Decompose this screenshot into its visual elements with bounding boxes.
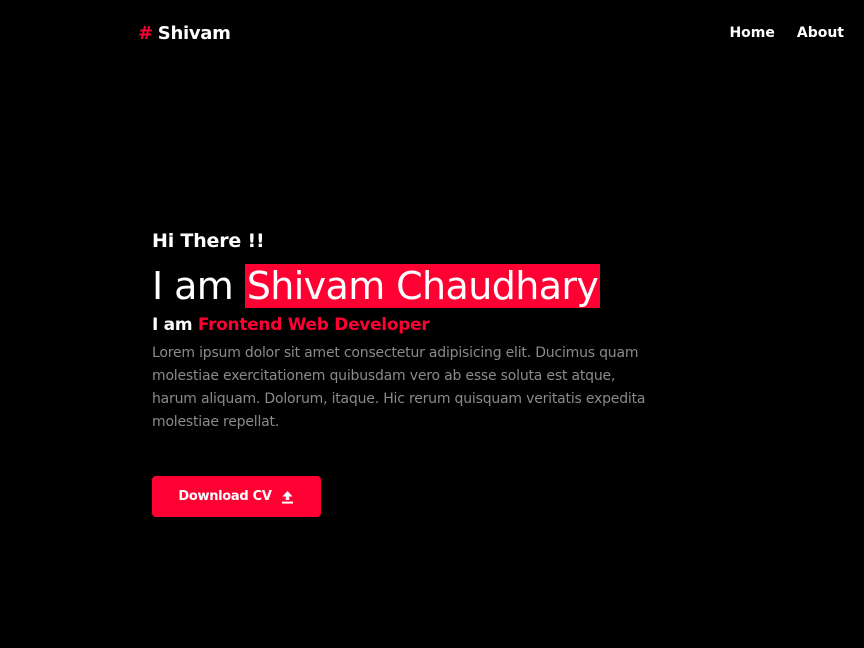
hero-description: Lorem ipsum dolor sit amet consectetur a… — [152, 345, 646, 430]
page: # Shivam Home About Hi There !! I am Shi… — [0, 0, 864, 648]
role-prefix: I am — [152, 315, 193, 335]
hero-title: I am Shivam Chaudhary — [152, 262, 652, 310]
nav-link-about[interactable]: About — [797, 24, 844, 42]
nav-link-home[interactable]: Home — [729, 24, 774, 42]
brand-name: Shivam — [157, 22, 231, 44]
role-line: I am Frontend Web Developer — [152, 314, 652, 336]
download-cv-label: Download CV — [178, 489, 272, 504]
title-prefix: I am — [152, 264, 234, 308]
site-header: # Shivam Home About — [0, 0, 864, 68]
brand-logo[interactable]: # Shivam — [138, 21, 231, 45]
download-cv-button[interactable]: Download CV — [152, 476, 321, 517]
hero-section: Hi There !! I am Shivam Chaudhary I am F… — [152, 228, 652, 517]
upload-icon — [281, 489, 295, 505]
hash-icon: # — [138, 22, 153, 44]
main-nav: Home About — [729, 24, 844, 42]
role-title: Frontend Web Developer — [197, 315, 430, 335]
greeting: Hi There !! — [152, 230, 265, 252]
hero-name: Shivam Chaudhary — [244, 264, 601, 308]
